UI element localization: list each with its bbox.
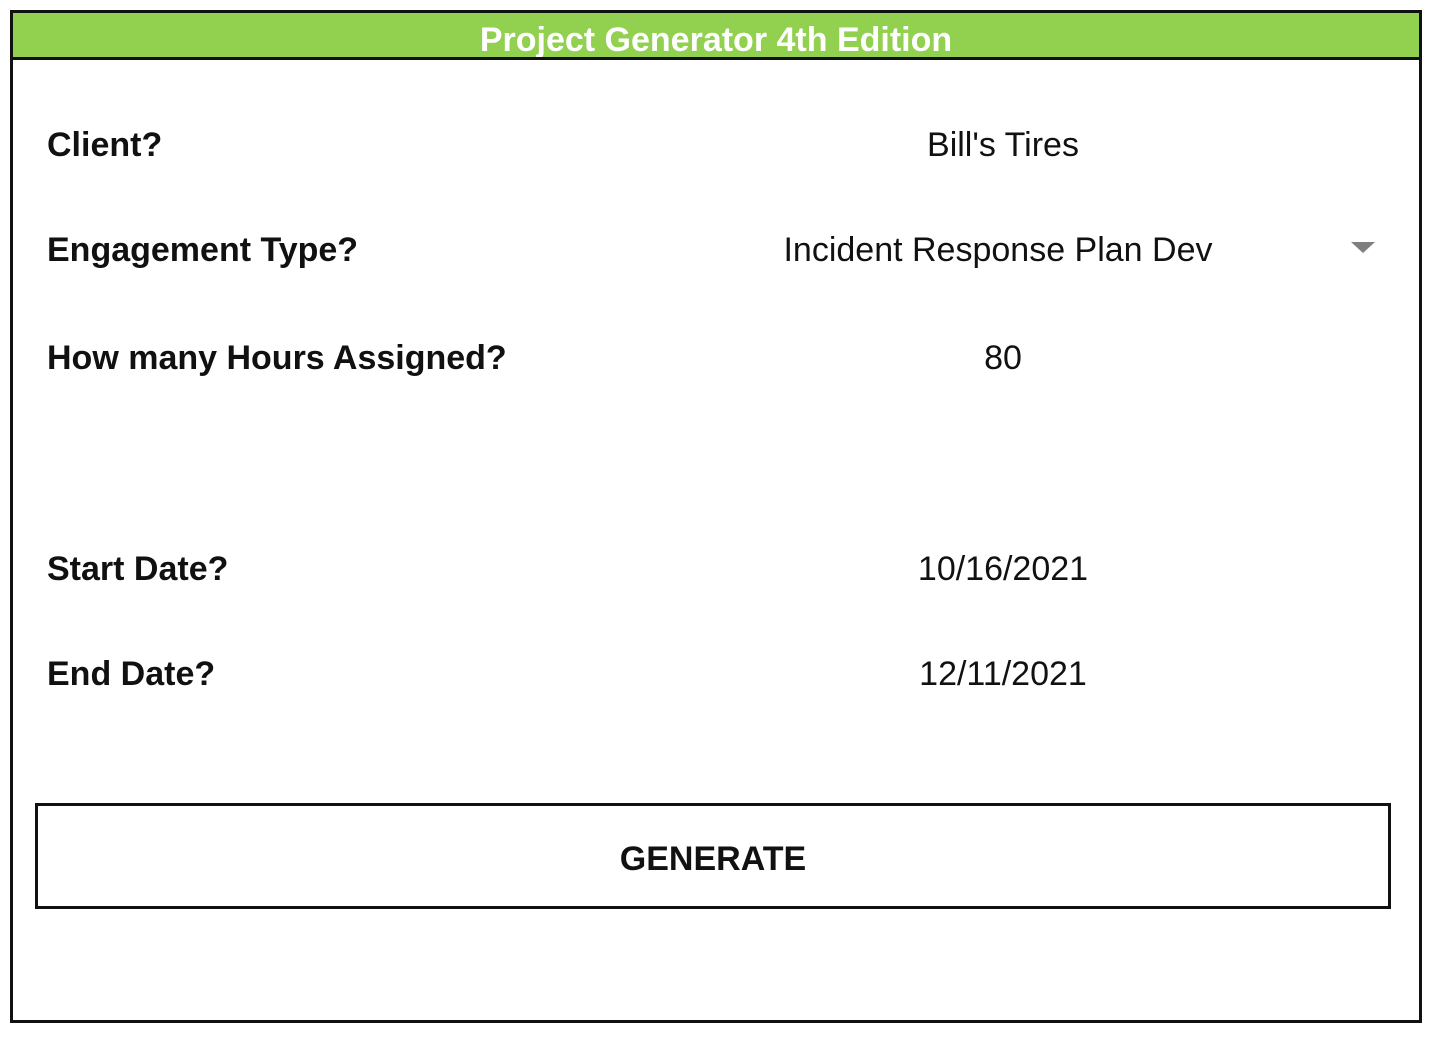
end-date-label: End Date? <box>47 655 216 693</box>
project-generator-window: Project Generator 4th Edition Client? Bi… <box>10 10 1422 1023</box>
end-date-field[interactable]: 12/11/2021 <box>633 644 1373 704</box>
title-bar: Project Generator 4th Edition <box>13 13 1419 60</box>
client-field[interactable]: Bill's Tires <box>633 115 1373 175</box>
hours-row: How many Hours Assigned? 80 <box>13 328 1419 388</box>
generate-button[interactable]: GENERATE <box>35 803 1391 909</box>
hours-field[interactable]: 80 <box>633 328 1373 388</box>
engagement-type-label: Engagement Type? <box>47 231 359 269</box>
app-title: Project Generator 4th Edition <box>479 21 953 59</box>
engagement-type-selected: Incident Response Plan Dev <box>783 231 1213 269</box>
start-date-field[interactable]: 10/16/2021 <box>633 539 1373 599</box>
start-date-row: Start Date? 10/16/2021 <box>13 539 1419 599</box>
client-row: Client? Bill's Tires <box>13 115 1419 175</box>
client-label: Client? <box>47 126 163 164</box>
chevron-down-icon[interactable] <box>1351 242 1375 253</box>
engagement-type-dropdown[interactable]: Incident Response Plan Dev <box>633 220 1393 280</box>
engagement-type-row: Engagement Type? Incident Response Plan … <box>13 220 1419 280</box>
hours-label: How many Hours Assigned? <box>47 339 507 377</box>
start-date-label: Start Date? <box>47 550 229 588</box>
end-date-row: End Date? 12/11/2021 <box>13 644 1419 704</box>
